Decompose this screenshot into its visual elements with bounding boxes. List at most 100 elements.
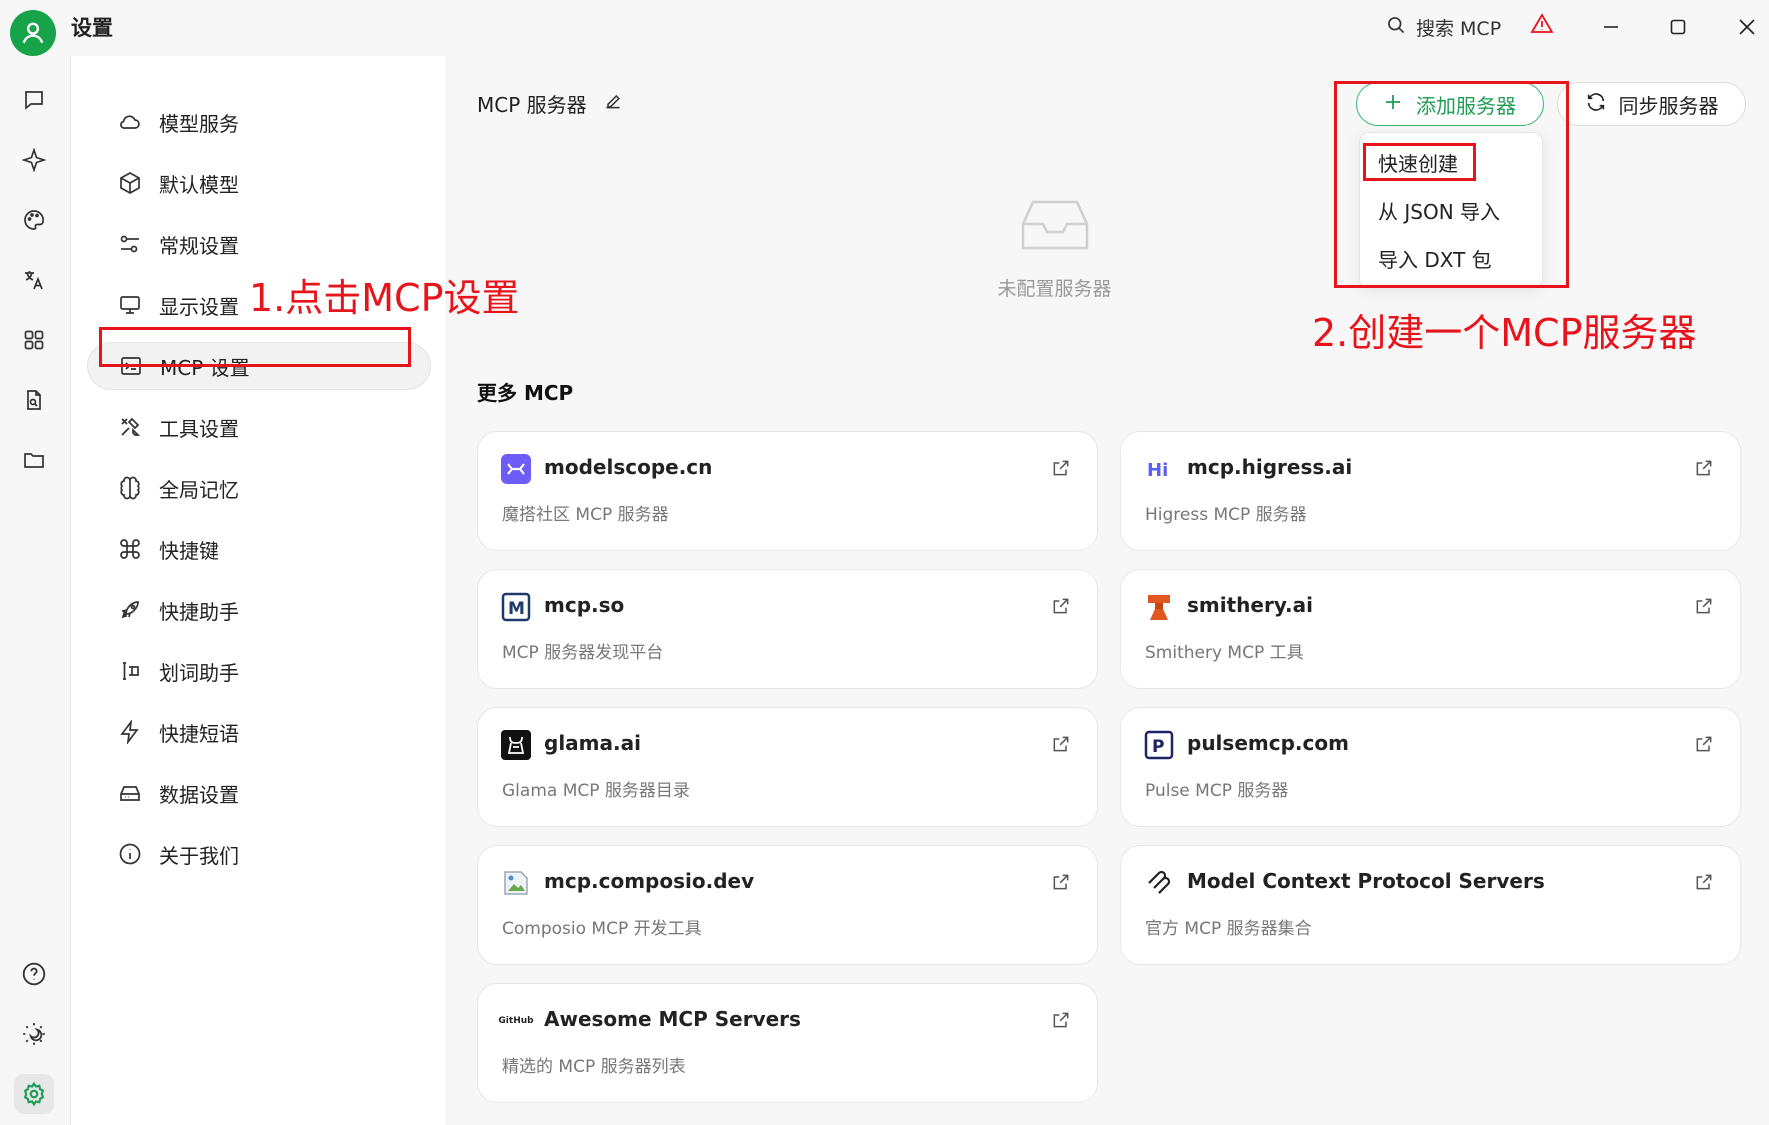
main-panel: MCP 服务器 添加服务器 同步服务器 快速创建 从 JSON 导入 导入 DX… [447,56,1769,1125]
card-description: 魔搭社区 MCP 服务器 [502,505,669,525]
minimize-button[interactable] [1591,10,1631,44]
tools-icon [117,414,143,440]
card-title: mcp.so [544,593,625,617]
external-link-icon[interactable] [1049,732,1073,756]
apps-grid-icon[interactable] [14,320,54,360]
palette-icon[interactable] [14,200,54,240]
close-button[interactable] [1727,10,1767,44]
annotation-step1: 1.点击MCP设置 [249,276,520,320]
svg-text:M: M [508,599,525,619]
translate-icon[interactable] [14,260,54,300]
svg-text:P: P [1152,737,1164,757]
external-link-icon[interactable] [1692,594,1716,618]
sidebar-item-quick-assistant[interactable]: 快捷助手 [87,586,431,634]
sidebar-item-memory[interactable]: 全局记忆 [87,464,431,512]
sidebar-item-selection-assistant[interactable]: 划词助手 [87,647,431,695]
rocket-icon [117,597,143,623]
lightning-icon [117,719,143,745]
help-icon[interactable] [14,954,54,994]
page-title: MCP 服务器 [477,89,623,118]
sidebar-item-label: 划词助手 [159,660,239,685]
sidebar-item-label: 快捷助手 [159,599,239,624]
folder-icon[interactable] [14,440,54,480]
settings-icon[interactable] [14,1074,54,1114]
mcp-card-mcp-so[interactable]: M mcp.so MCP 服务器发现平台 [477,569,1098,689]
annotation-box-mcp-settings [99,327,411,367]
card-description: Glama MCP 服务器目录 [502,781,690,801]
left-rail [0,56,71,1125]
card-description: MCP 服务器发现平台 [502,643,664,663]
card-description: Higress MCP 服务器 [1145,505,1307,525]
sidebar-item-general[interactable]: 常规设置 [87,220,431,268]
sidebar-item-label: 数据设置 [159,782,239,807]
search-label: 搜索 MCP [1416,17,1502,40]
sidebar-item-label: 关于我们 [159,843,239,868]
sidebar-item-about[interactable]: 关于我们 [87,830,431,878]
annotation-box-quick-create [1363,143,1476,181]
sidebar-item-label: 默认模型 [159,172,239,197]
external-link-icon[interactable] [1049,456,1073,480]
mcp-card-model-context-protocol[interactable]: Model Context Protocol Servers 官方 MCP 服务… [1120,845,1741,965]
annotation-box-add-server [1334,81,1569,288]
mcp-card-smithery[interactable]: smithery.ai Smithery MCP 工具 [1120,569,1741,689]
github-logo: GitHub [498,1006,533,1036]
search-icon [1386,15,1406,40]
pulsemcp-logo: P [1144,730,1174,760]
sidebar-item-label: 常规设置 [159,233,239,258]
sidebar-item-label: 全局记忆 [159,477,239,502]
mcp-card-composio[interactable]: mcp.composio.dev Composio MCP 开发工具 [477,845,1098,965]
annotation-step2: 2.创建一个MCP服务器 [1312,311,1697,355]
mcp-card-higress[interactable]: Hi mcp.higress.ai Higress MCP 服务器 [1120,431,1741,551]
external-link-icon[interactable] [1692,870,1716,894]
card-description: 官方 MCP 服务器集合 [1145,919,1312,939]
search-mcp-button[interactable]: 搜索 MCP [1386,10,1501,44]
card-title: mcp.composio.dev [544,869,755,893]
higress-logo: Hi [1144,454,1174,484]
external-link-icon[interactable] [1049,1008,1073,1032]
external-link-icon[interactable] [1692,456,1716,480]
user-avatar[interactable] [10,10,56,56]
sidebar-item-quick-phrases[interactable]: 快捷短语 [87,708,431,756]
sidebar-item-tools[interactable]: 工具设置 [87,403,431,451]
card-title: smithery.ai [1187,593,1313,617]
sliders-icon [117,231,143,257]
external-link-icon[interactable] [1049,594,1073,618]
card-title: mcp.higress.ai [1187,455,1353,479]
glama-logo [501,730,531,760]
edit-icon[interactable] [603,91,623,116]
sidebar-item-label: 显示设置 [159,294,239,319]
sync-servers-label: 同步服务器 [1618,93,1719,118]
sidebar-item-data[interactable]: 数据设置 [87,769,431,817]
card-description: Smithery MCP 工具 [1145,643,1304,663]
card-description: 精选的 MCP 服务器列表 [502,1057,686,1077]
mcp-so-logo: M [501,592,531,622]
card-title: glama.ai [544,731,641,755]
card-title: Model Context Protocol Servers [1187,869,1545,893]
mcp-card-awesome-mcp[interactable]: GitHub Awesome MCP Servers 精选的 MCP 服务器列表 [477,983,1098,1103]
sidebar-item-default-model[interactable]: 默认模型 [87,159,431,207]
sync-servers-button[interactable]: 同步服务器 [1557,82,1746,126]
sidebar-item-model-service[interactable]: 模型服务 [87,98,431,146]
refresh-icon [1585,91,1607,118]
theme-icon[interactable] [14,1014,54,1054]
card-title: modelscope.cn [544,455,713,479]
settings-sidebar: 模型服务 默认模型 常规设置 显示设置 MCP 设置 工具设置 全局记忆 快捷键… [71,56,447,1125]
monitor-icon [117,292,143,318]
external-link-icon[interactable] [1692,732,1716,756]
sparkle-icon[interactable] [14,140,54,180]
mcp-card-modelscope[interactable]: modelscope.cn 魔搭社区 MCP 服务器 [477,431,1098,551]
mcp-card-glama[interactable]: glama.ai Glama MCP 服务器目录 [477,707,1098,827]
document-search-icon[interactable] [14,380,54,420]
window-title: 设置 [71,16,113,40]
modelscope-logo [501,454,531,484]
inbox-icon [1019,200,1091,260]
mcp-card-pulsemcp[interactable]: P pulsemcp.com Pulse MCP 服务器 [1120,707,1741,827]
sidebar-item-shortcuts[interactable]: 快捷键 [87,525,431,573]
svg-text:Hi: Hi [1147,460,1168,481]
chat-icon[interactable] [14,80,54,120]
maximize-button[interactable] [1658,10,1698,44]
more-mcp-heading: 更多 MCP [477,381,574,405]
card-title: Awesome MCP Servers [544,1007,801,1031]
external-link-icon[interactable] [1049,870,1073,894]
warning-icon[interactable] [1530,12,1554,40]
